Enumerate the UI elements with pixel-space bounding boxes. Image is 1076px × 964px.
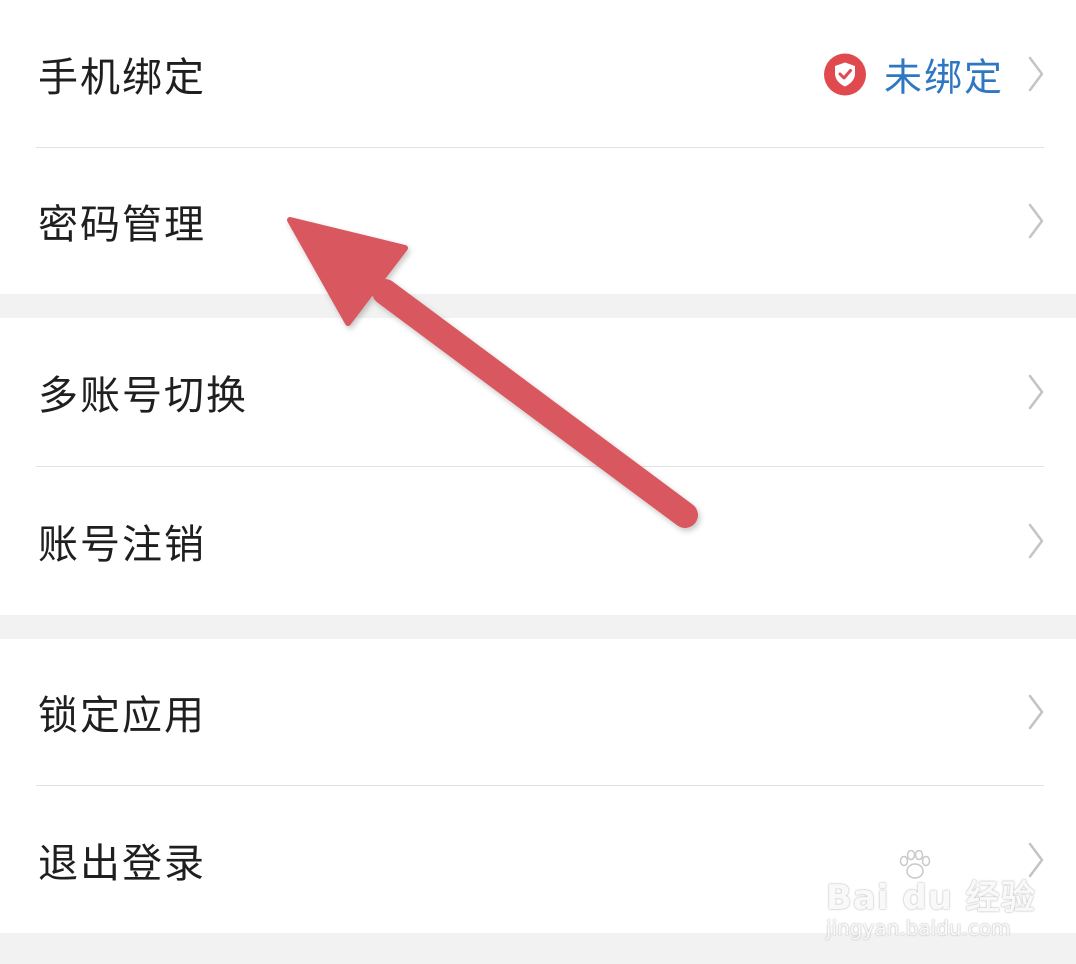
settings-item-label: 多账号切换 xyxy=(38,373,248,419)
settings-item-label: 手机绑定 xyxy=(38,55,206,101)
settings-item-label: 退出登录 xyxy=(38,840,206,887)
chevron-right-icon xyxy=(1028,374,1044,410)
chevron-right-icon xyxy=(1028,203,1044,239)
shield-check-icon xyxy=(823,53,866,95)
settings-item-lock-app[interactable]: 锁定应用 xyxy=(0,639,1076,785)
settings-item-delete-account[interactable]: 账号注销 xyxy=(0,467,1076,615)
settings-group-account-security: 手机绑定 未绑定 密码管理 xyxy=(0,0,1076,294)
settings-item-label: 账号注销 xyxy=(38,522,206,568)
chevron-right-icon xyxy=(1028,694,1044,730)
watermark-url-text: jingyan.baidu.com xyxy=(826,916,1011,940)
watermark-main-text: Bai du 经验 xyxy=(826,878,1036,918)
settings-item-label: 锁定应用 xyxy=(38,693,206,739)
chevron-right-icon xyxy=(1028,56,1044,92)
phone-binding-status: 未绑定 xyxy=(823,47,1004,102)
account-settings-screen: 手机绑定 未绑定 密码管理 多账号切换 账号注销 锁定应用 退出登录 Bai d… xyxy=(0,0,1076,964)
settings-item-password-management[interactable]: 密码管理 xyxy=(0,148,1076,294)
baidu-jingyan-watermark: Bai du 经验 jingyan.baidu.com xyxy=(826,850,1035,945)
settings-item-phone-binding[interactable]: 手机绑定 未绑定 xyxy=(0,0,1076,148)
settings-item-label: 密码管理 xyxy=(38,202,206,248)
chevron-right-icon xyxy=(1028,523,1044,559)
status-text: 未绑定 xyxy=(883,55,1004,100)
settings-item-switch-account[interactable]: 多账号切换 xyxy=(0,318,1076,466)
settings-group-account: 多账号切换 账号注销 xyxy=(0,318,1076,615)
